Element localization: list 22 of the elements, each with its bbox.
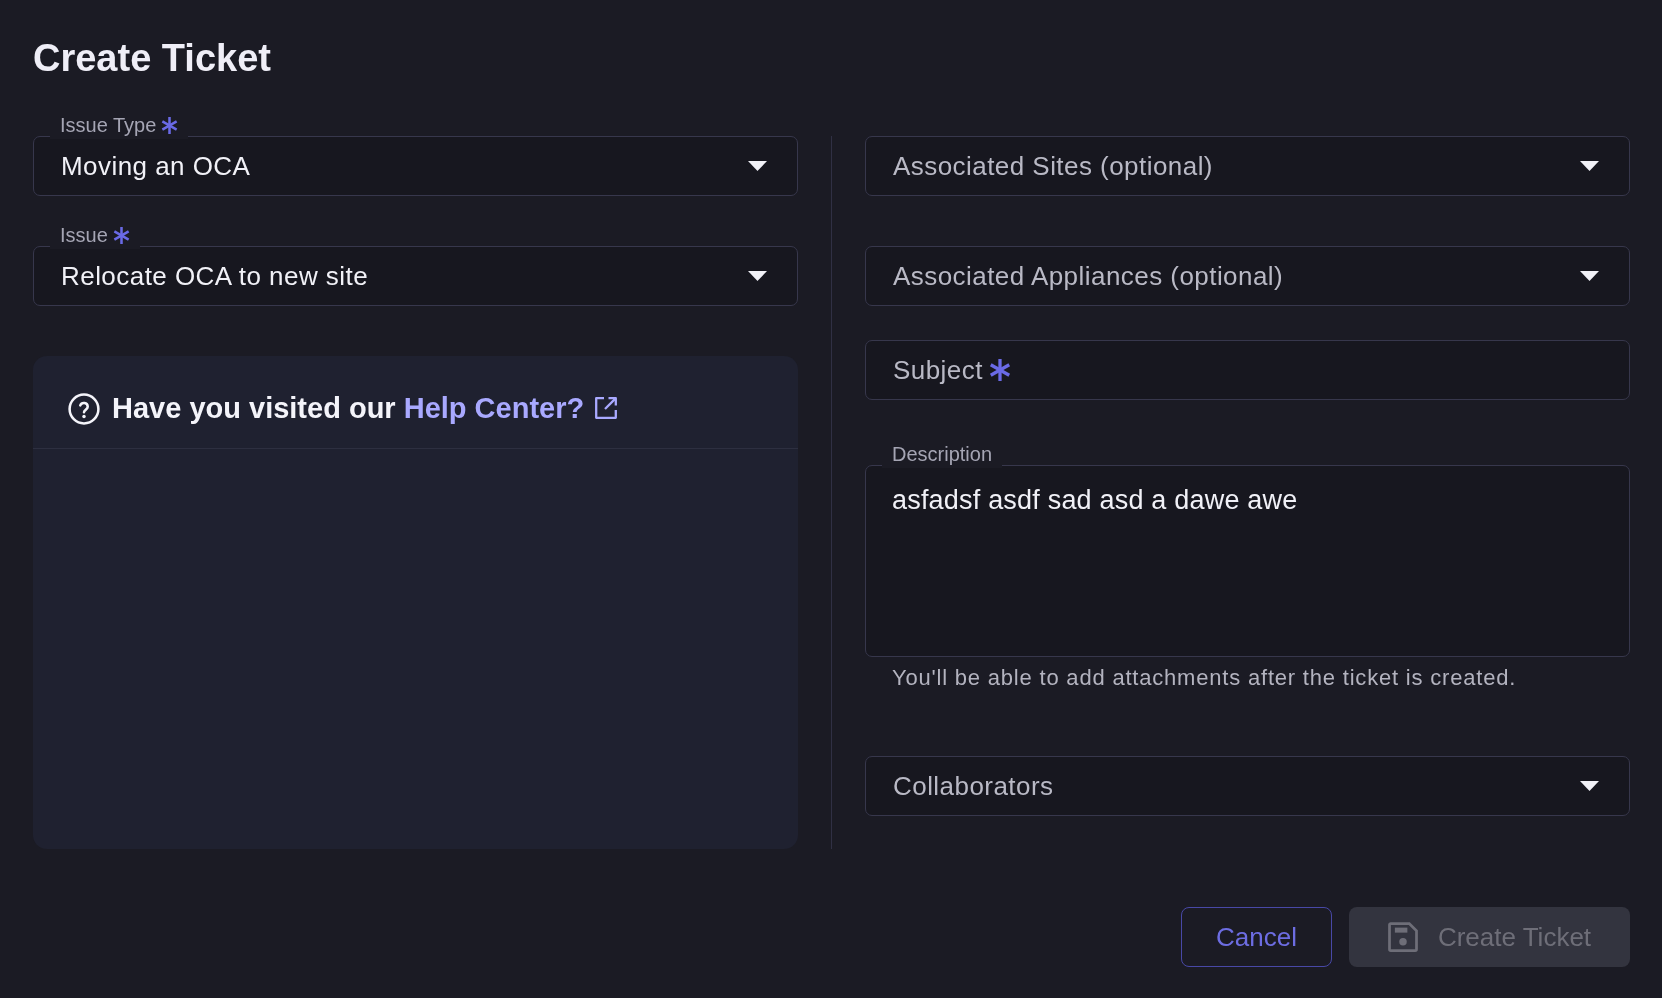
caret-icon	[1580, 161, 1599, 171]
caret-icon	[748, 161, 767, 171]
field-label: Issue Type	[60, 114, 157, 136]
caret-icon	[1580, 781, 1599, 791]
external-link-icon	[594, 396, 619, 421]
field-label: Description	[892, 443, 993, 465]
page-title: Create Ticket	[33, 36, 271, 80]
text-field[interactable]: Subject	[865, 340, 1630, 400]
select-field[interactable]: Relocate OCA to new site	[33, 246, 798, 306]
select-field[interactable]: Moving an OCA	[33, 136, 798, 196]
select-field[interactable]: Collaborators	[865, 756, 1630, 816]
help-icon	[68, 393, 100, 425]
helper-text: You'll be able to add attachments after the ticket is created.	[892, 665, 1517, 691]
caret-icon	[1580, 271, 1599, 281]
help-prompt: Have you visited our Help Center?	[112, 387, 619, 431]
field-label: Issue	[60, 224, 108, 246]
caret-icon	[748, 271, 767, 281]
text-area[interactable]: asfadsf asdf sad asd a dawe awe	[865, 465, 1630, 657]
cancel-button[interactable]: Cancel	[1181, 907, 1332, 967]
select-field[interactable]: Associated Appliances (optional)	[865, 246, 1630, 306]
help-center-link[interactable]: Help Center?	[403, 392, 619, 425]
select-field[interactable]: Associated Sites (optional)	[865, 136, 1630, 196]
